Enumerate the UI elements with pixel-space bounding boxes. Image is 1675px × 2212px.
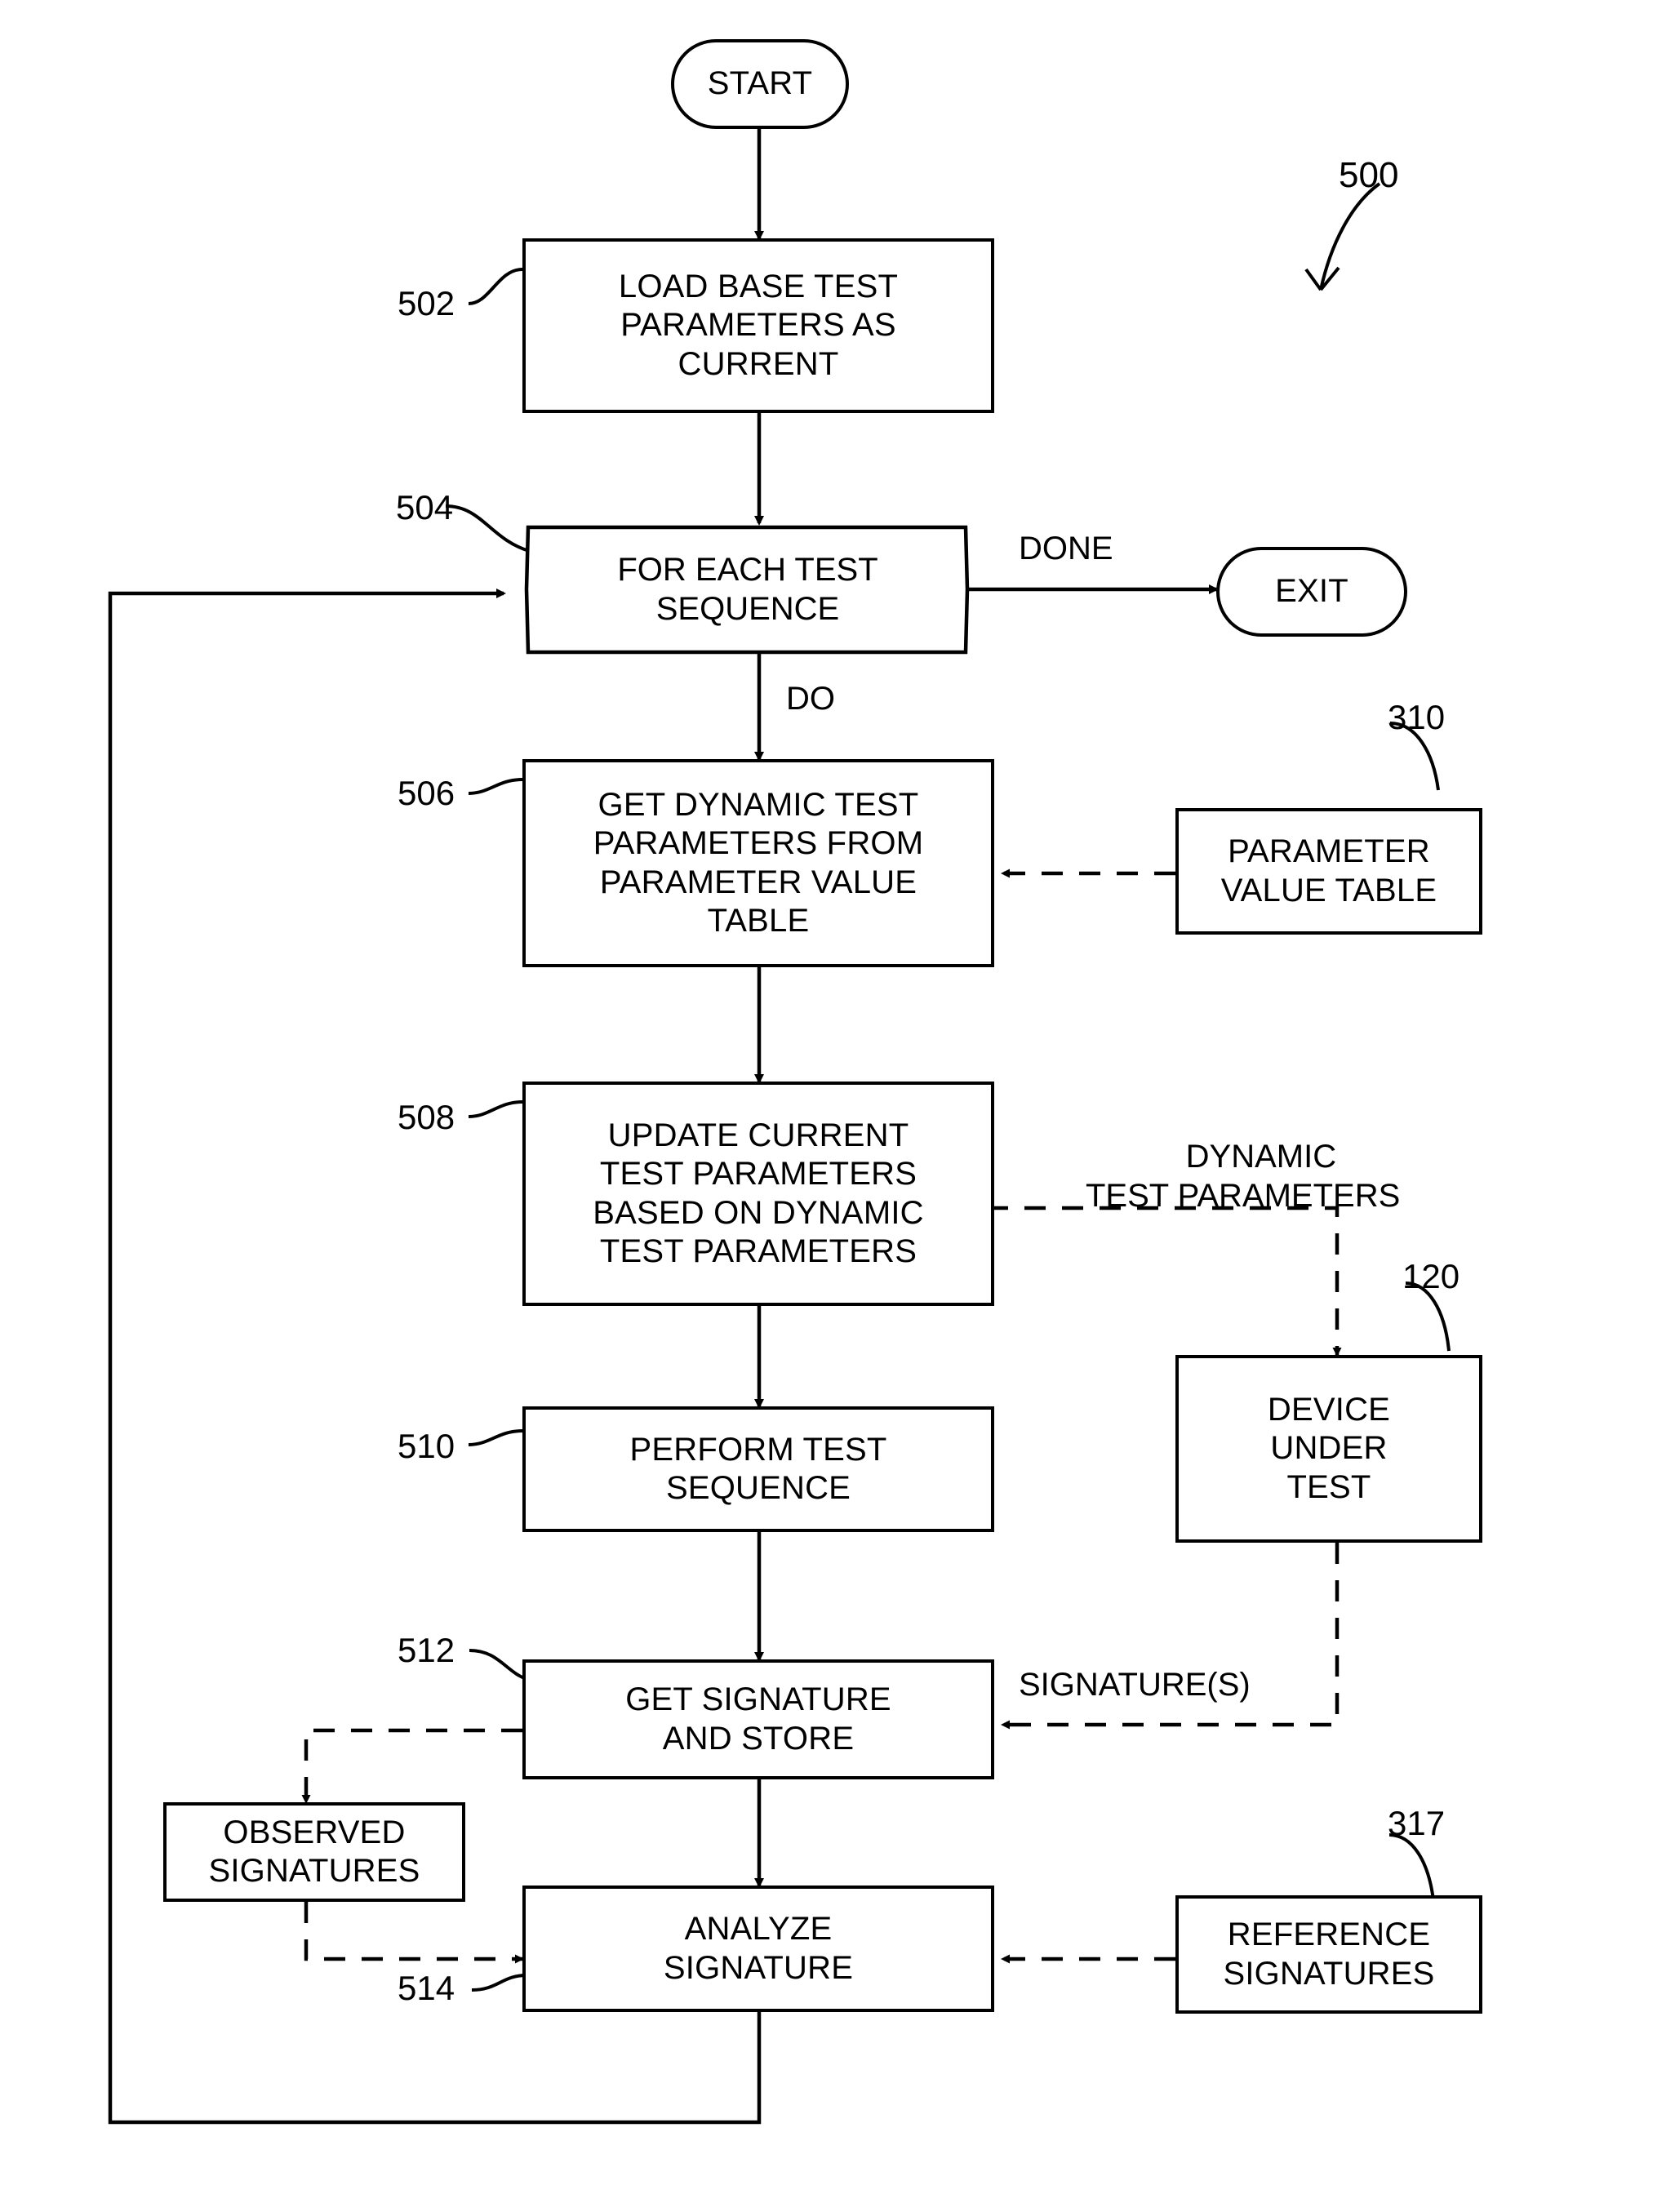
node-parameter-value-table: PARAMETER VALUE TABLE (1175, 808, 1482, 935)
ref-310: 310 (1388, 698, 1446, 736)
node-analyze-signature-label: ANALYZE SIGNATURE (663, 1911, 854, 1986)
node-exit: EXIT (1216, 547, 1407, 637)
flowchart-canvas: START LOAD BASE TEST PARAMETERS AS CURRE… (0, 0, 1675, 2212)
node-perform-test-sequence-label: PERFORM TEST SEQUENCE (629, 1431, 887, 1506)
ref-512: 512 (398, 1631, 455, 1669)
leader-512 (469, 1649, 530, 1681)
node-for-each-test-sequence-label: FOR EACH TEST SEQUENCE (617, 552, 878, 627)
node-start-label: START (707, 65, 813, 102)
ref-514: 514 (398, 1969, 455, 2007)
leader-317 (1388, 1833, 1435, 1901)
figure-number: 500 (1339, 155, 1399, 195)
ref-502: 502 (398, 284, 455, 322)
leader-502 (468, 268, 523, 305)
edge-label-signatures: SIGNATURE(S) (1019, 1667, 1251, 1703)
node-device-under-test: DEVICE UNDER TEST (1175, 1355, 1482, 1543)
node-start: START (671, 39, 849, 129)
ref-317: 317 (1388, 1804, 1446, 1842)
node-get-signature-and-store-label: GET SIGNATURE AND STORE (625, 1681, 891, 1757)
node-load-base-test-parameters-label: LOAD BASE TEST PARAMETERS AS CURRENT (618, 269, 899, 382)
leader-514 (471, 1974, 527, 1992)
node-load-base-test-parameters: LOAD BASE TEST PARAMETERS AS CURRENT (522, 238, 994, 413)
node-reference-signatures-label: REFERENCE SIGNATURES (1223, 1917, 1435, 1992)
edge-observed-to-514 (304, 1902, 524, 1964)
node-exit-label: EXIT (1275, 573, 1348, 610)
edge-label-dynamic-test-parameters: DYNAMIC TEST PARAMETERS (1086, 1098, 1400, 1255)
node-analyze-signature: ANALYZE SIGNATURE (522, 1886, 994, 2012)
ref-504: 504 (396, 488, 454, 526)
leader-506 (468, 778, 523, 795)
ref-506: 506 (398, 774, 455, 812)
node-get-signature-and-store: GET SIGNATURE AND STORE (522, 1659, 994, 1779)
ref-508: 508 (398, 1098, 455, 1136)
node-observed-signatures-label: OBSERVED SIGNATURES (208, 1814, 420, 1889)
edge-512-to-observed (301, 1728, 522, 1804)
ref-510: 510 (398, 1427, 455, 1465)
leader-508 (468, 1100, 523, 1118)
edge-label-dynamic-test-parameters-text: DYNAMIC TEST PARAMETERS (1086, 1139, 1401, 1214)
node-update-current-test-parameters-label: UPDATE CURRENT TEST PARAMETERS BASED ON … (593, 1117, 924, 1269)
ref-120: 120 (1402, 1257, 1460, 1295)
node-get-dynamic-test-parameters: GET DYNAMIC TEST PARAMETERS FROM PARAMET… (522, 759, 994, 967)
node-perform-test-sequence: PERFORM TEST SEQUENCE (522, 1406, 994, 1532)
leader-504 (445, 504, 530, 553)
node-device-under-test-label: DEVICE UNDER TEST (1267, 1392, 1391, 1505)
node-parameter-value-table-label: PARAMETER VALUE TABLE (1220, 833, 1437, 908)
node-observed-signatures: OBSERVED SIGNATURES (163, 1802, 465, 1902)
edge-label-done: DONE (1019, 531, 1113, 566)
leader-500 (1319, 182, 1381, 291)
node-get-dynamic-test-parameters-label: GET DYNAMIC TEST PARAMETERS FROM PARAMET… (593, 787, 924, 939)
node-reference-signatures: REFERENCE SIGNATURES (1175, 1895, 1482, 2014)
node-update-current-test-parameters: UPDATE CURRENT TEST PARAMETERS BASED ON … (522, 1082, 994, 1306)
node-for-each-test-sequence: FOR EACH TEST SEQUENCE (528, 527, 967, 652)
leader-510 (468, 1429, 523, 1446)
edge-label-do: DO (786, 681, 835, 717)
